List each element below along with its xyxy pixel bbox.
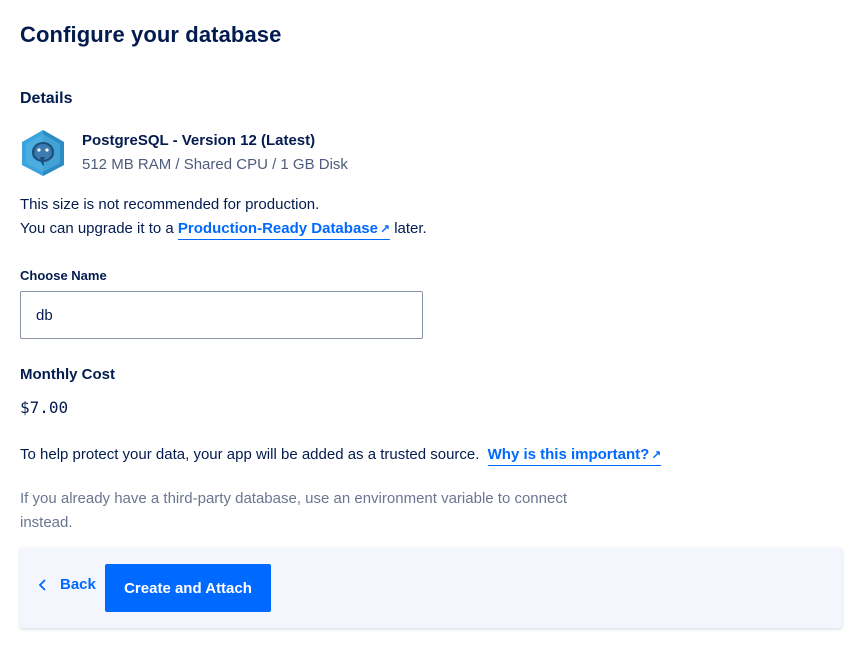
upgrade-note-suffix: later. — [394, 220, 427, 237]
trusted-source-text: To help protect your data, your app will… — [20, 446, 480, 463]
db-engine-name: PostgreSQL - Version 12 (Latest) — [82, 132, 316, 149]
external-link-icon: ↗ — [651, 448, 662, 462]
back-button-label: Back — [60, 576, 96, 593]
external-link-icon: ↗ — [379, 222, 391, 236]
create-and-attach-button[interactable]: Create and Attach — [105, 564, 271, 612]
why-important-link[interactable]: Why is this important? ↗ — [487, 446, 662, 466]
action-footer: Back Create and Attach — [20, 548, 842, 628]
page-title: Configure your database — [20, 22, 282, 47]
back-button[interactable]: Back — [36, 576, 96, 593]
monthly-cost-value: $7.00 — [20, 398, 69, 417]
production-ready-database-link[interactable]: Production-Ready Database ↗ — [177, 220, 391, 240]
why-important-link-label: Why is this important? — [487, 446, 650, 463]
db-specs: 512 MB RAM / Shared CPU / 1 GB Disk — [82, 156, 348, 173]
details-heading: Details — [20, 90, 73, 107]
monthly-cost-label: Monthly Cost — [20, 366, 115, 383]
postgresql-elephant-icon — [20, 129, 66, 177]
upgrade-note-prefix: You can upgrade it to a — [20, 220, 174, 237]
production-ready-database-link-label: Production-Ready Database — [177, 220, 378, 237]
production-warning: This size is not recommended for product… — [20, 196, 320, 213]
trusted-source-note: To help protect your data, your app will… — [20, 446, 662, 466]
database-name-input[interactable] — [20, 291, 423, 339]
third-party-note: If you already have a third-party databa… — [20, 490, 567, 531]
chevron-left-icon — [38, 578, 46, 591]
choose-name-label: Choose Name — [20, 268, 107, 283]
upgrade-note: You can upgrade it to a Production-Ready… — [20, 220, 427, 240]
